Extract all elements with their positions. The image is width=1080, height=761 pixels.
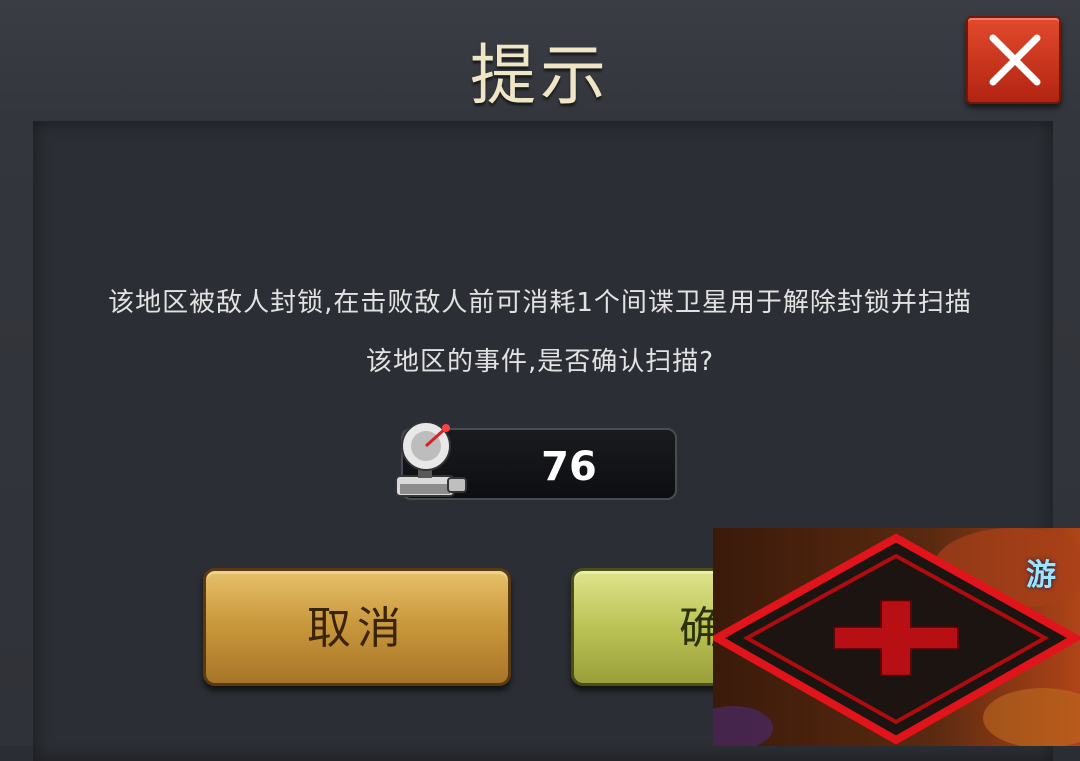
map-corner-label: 游 xyxy=(1026,558,1056,593)
cancel-button[interactable]: 取消 xyxy=(203,568,511,686)
message-line-2: 该地区的事件,是否确认扫描? xyxy=(365,347,715,377)
close-button[interactable] xyxy=(966,16,1061,104)
dialog-title: 提示 xyxy=(470,37,610,114)
spy-satellite-count: 76 xyxy=(541,444,597,490)
blocked-tile-red-x-icon xyxy=(713,528,1080,746)
map-tile-overlay: 游 xyxy=(713,528,1080,746)
spy-satellite-icon xyxy=(395,421,467,497)
message-line-1: 该地区被敌人封锁,在击败敌人前可消耗1个间谍卫星用于解除封锁并扫描 xyxy=(108,288,972,318)
close-x-icon xyxy=(989,34,1041,86)
